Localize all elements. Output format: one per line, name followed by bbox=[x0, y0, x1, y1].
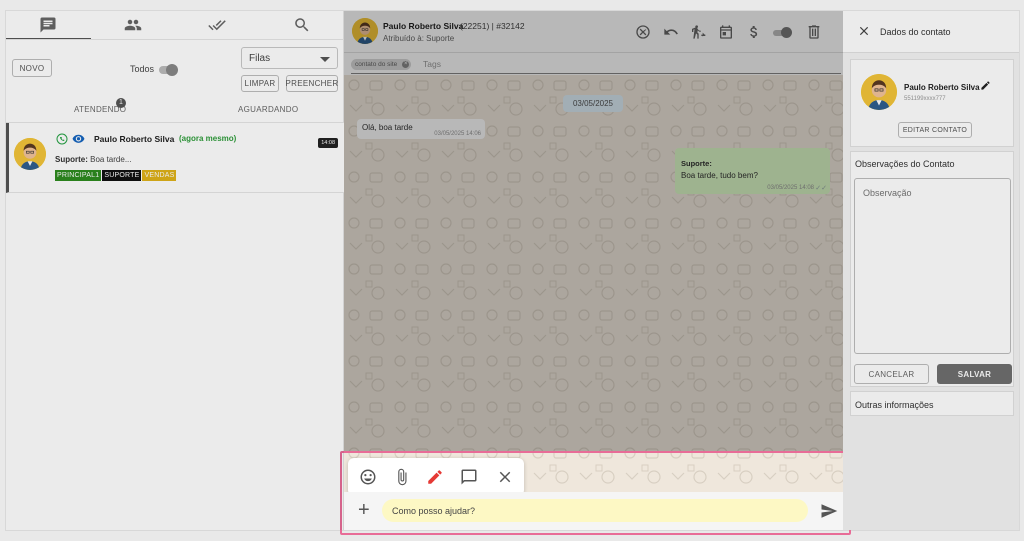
date-separator: 03/05/2025 bbox=[563, 95, 623, 112]
tags-input[interactable]: Tags bbox=[423, 59, 441, 69]
notes-textarea[interactable] bbox=[854, 178, 1011, 354]
close-icon[interactable] bbox=[496, 468, 514, 486]
quick-reply-icon[interactable] bbox=[460, 468, 478, 486]
close-icon[interactable]: × bbox=[402, 61, 410, 68]
notes-title: Observações do Contato bbox=[855, 159, 955, 169]
avatar bbox=[14, 138, 46, 170]
contact-drawer: Dados do contato Paulo Roberto Silva 551… bbox=[843, 11, 1019, 530]
transfer-icon[interactable] bbox=[690, 24, 706, 40]
message-text: Olá, boa tarde bbox=[362, 123, 413, 132]
left-tabs bbox=[6, 11, 344, 39]
whatsapp-icon bbox=[56, 132, 68, 145]
composer-toolbar bbox=[348, 458, 524, 496]
app-window: NOVO Todos Filas LIMPAR PREENCHER ATENDE… bbox=[5, 10, 1020, 535]
queue-select-value: Filas bbox=[249, 53, 271, 64]
all-toggle-label: Todos bbox=[130, 64, 155, 74]
close-icon[interactable] bbox=[857, 24, 871, 38]
dollar-icon[interactable] bbox=[746, 24, 762, 40]
tag-badge: VENDAS bbox=[142, 170, 177, 181]
chevron-down-icon bbox=[320, 57, 330, 62]
plus-icon[interactable]: + bbox=[358, 500, 370, 520]
tag-badge: PRINCIPAL1 bbox=[55, 170, 102, 181]
edit-contact-button[interactable]: EDITAR CONTATO bbox=[898, 122, 972, 138]
attachment-icon[interactable] bbox=[393, 468, 411, 486]
contact-phone: 551199xxxx777 bbox=[904, 96, 946, 102]
chat-assigned-to: Atribuído à: Suporte bbox=[383, 34, 455, 43]
message-bubble-outgoing[interactable]: Suporte: Boa tarde, tudo bem? 03/05/2025… bbox=[675, 148, 830, 194]
fill-button[interactable]: PREENCHER bbox=[286, 75, 338, 92]
new-ticket-button[interactable]: NOVO bbox=[12, 59, 52, 77]
chat-panel: Paulo Roberto Silva (22251) | #32142 Atr… bbox=[340, 11, 851, 535]
contact-drawer-title: Dados do contato bbox=[880, 27, 951, 37]
ticket-contact-name: Paulo Roberto Silva bbox=[94, 134, 175, 144]
ticket-tags: PRINCIPAL1 SUPORTE VENDAS bbox=[55, 170, 177, 181]
contact-drawer-header: Dados do contato bbox=[843, 11, 1019, 53]
tickets-panel: NOVO Todos Filas LIMPAR PREENCHER ATENDE… bbox=[6, 11, 344, 530]
tag-chip[interactable]: contato do site × bbox=[351, 59, 412, 70]
preview-text: Boa tarde... bbox=[90, 155, 132, 164]
all-toggle[interactable] bbox=[159, 64, 178, 76]
composer-row: + bbox=[344, 492, 843, 530]
chat-header: Paulo Roberto Silva (22251) | #32142 Atr… bbox=[344, 11, 843, 53]
cancel-button[interactable]: CANCELAR bbox=[854, 364, 929, 384]
message-timestamp: 03/05/2025 14:06 bbox=[434, 131, 481, 137]
chat-icon bbox=[40, 17, 56, 33]
pencil-icon[interactable] bbox=[980, 80, 991, 91]
message-bubble-incoming[interactable]: Olá, boa tarde 03/05/2025 14:06 bbox=[357, 119, 485, 139]
people-icon bbox=[124, 19, 141, 31]
eye-icon[interactable] bbox=[72, 132, 85, 145]
chat-contact-name: Paulo Roberto Silva bbox=[383, 21, 464, 31]
other-info-card[interactable]: Outras informações bbox=[850, 391, 1014, 416]
ticket-time-badge: 14:08 bbox=[318, 138, 338, 148]
tags-bar: contato do site × Tags bbox=[344, 53, 843, 75]
tab-chats[interactable] bbox=[6, 11, 91, 39]
clear-button[interactable]: LIMPAR bbox=[241, 75, 279, 92]
contact-name: Paulo Roberto Silva bbox=[904, 83, 980, 92]
ticket-item[interactable]: Paulo Roberto Silva (agora mesmo) 14:08 … bbox=[6, 123, 344, 193]
avatar bbox=[861, 74, 897, 110]
signature-pencil-icon[interactable] bbox=[426, 468, 444, 486]
tab-resolved[interactable] bbox=[175, 11, 260, 39]
other-info-label: Outras informações bbox=[855, 400, 934, 410]
tag-badge: SUPORTE bbox=[102, 170, 142, 181]
notes-card: Observações do Contato CANCELAR SALVAR bbox=[850, 151, 1014, 387]
preview-sender: Suporte: bbox=[55, 155, 88, 164]
message-input[interactable] bbox=[382, 499, 808, 522]
send-icon[interactable] bbox=[820, 502, 838, 520]
ticket-last-message: Suporte: Boa tarde... bbox=[55, 155, 131, 164]
ticket-last-activity: (agora mesmo) bbox=[179, 134, 237, 143]
tab-waiting[interactable]: AGUARDANDO bbox=[238, 105, 298, 114]
emoji-icon[interactable] bbox=[359, 468, 377, 486]
search-icon bbox=[294, 18, 309, 32]
message-sender: Suporte: bbox=[681, 159, 712, 168]
trash-icon[interactable] bbox=[806, 24, 822, 40]
message-timestamp: 03/05/2025 14:08 bbox=[767, 185, 814, 191]
message-text: Boa tarde, tudo bem? bbox=[681, 171, 758, 180]
avatar bbox=[352, 18, 378, 44]
attending-count-badge: 1 bbox=[116, 98, 126, 108]
double-check-icon: ✓✓ bbox=[815, 185, 827, 192]
save-button[interactable]: SALVAR bbox=[937, 364, 1012, 384]
chat-ticket-ids: (22251) | #32142 bbox=[460, 21, 525, 31]
tag-chip-label: contato do site bbox=[355, 61, 398, 68]
ticket-status-tabs: ATENDENDO 1 AGUARDANDO bbox=[6, 98, 344, 123]
double-check-icon bbox=[208, 20, 227, 31]
close-ticket-icon[interactable] bbox=[635, 24, 651, 40]
contact-card: Paulo Roberto Silva 551199xxxx777 EDITAR… bbox=[850, 59, 1014, 147]
tab-search[interactable] bbox=[260, 11, 345, 39]
chat-toggle[interactable] bbox=[773, 27, 792, 38]
tab-contacts[interactable] bbox=[91, 11, 176, 39]
calendar-icon[interactable] bbox=[718, 24, 734, 40]
queue-select[interactable]: Filas bbox=[241, 47, 338, 69]
undo-icon[interactable] bbox=[663, 24, 679, 40]
